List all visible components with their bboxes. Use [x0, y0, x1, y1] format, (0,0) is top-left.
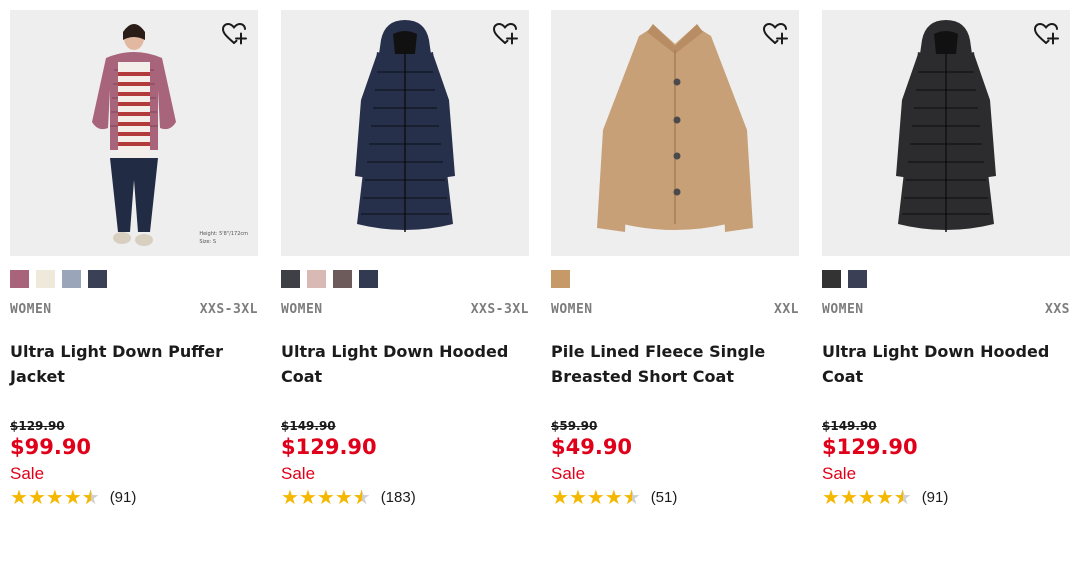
- product-card[interactable]: WOMEN XXL Pile Lined Fleece Single Breas…: [551, 10, 799, 509]
- sale-label: Sale: [551, 464, 586, 483]
- model-size-note-line: Size: S: [199, 239, 217, 245]
- star-icon: ★: [551, 485, 569, 509]
- product-size-range: XXS-3XL: [470, 302, 529, 317]
- original-price: $129.90: [10, 419, 65, 433]
- product-category: WOMEN: [281, 302, 323, 317]
- star-icon: ★: [822, 485, 840, 509]
- sale-label: Sale: [10, 464, 45, 483]
- sale-price: $49.90: [551, 435, 633, 459]
- product-meta: WOMEN XXS-3XL: [281, 302, 529, 317]
- product-category: WOMEN: [10, 302, 52, 317]
- product-size-range: XXS: [1045, 302, 1070, 317]
- product-image[interactable]: [281, 10, 529, 256]
- star-icon: ★: [82, 485, 100, 509]
- color-swatches: [10, 270, 258, 288]
- sale-label: Sale: [281, 464, 316, 483]
- star-icon: ★: [334, 485, 353, 509]
- product-image[interactable]: Height: 5'8"/172cm Size: S: [10, 10, 258, 256]
- sale-price: $99.90: [10, 435, 92, 459]
- color-swatch[interactable]: [10, 270, 29, 288]
- original-price: $149.90: [822, 419, 877, 433]
- original-price: $59.90: [551, 419, 598, 433]
- product-category: WOMEN: [822, 302, 864, 317]
- star-icon: ★: [586, 485, 605, 509]
- product-meta: WOMEN XXS: [822, 302, 1070, 317]
- rating-stars: ★★★★★: [281, 485, 371, 509]
- product-rating: ★★★★★ (183): [281, 485, 529, 509]
- color-swatch[interactable]: [62, 270, 81, 288]
- star-icon: ★: [623, 485, 641, 509]
- star-icon: ★: [568, 485, 587, 509]
- product-category: WOMEN: [551, 302, 593, 317]
- star-icon: ★: [839, 485, 858, 509]
- product-name[interactable]: Pile Lined Fleece Single Breasted Short …: [551, 339, 799, 415]
- star-icon: ★: [604, 485, 623, 509]
- product-card[interactable]: Height: 5'8"/172cm Size: S WOMEN XXS-3XL …: [10, 10, 258, 509]
- star-icon: ★: [857, 485, 876, 509]
- product-image[interactable]: [551, 10, 799, 256]
- heart-plus-icon[interactable]: [220, 20, 248, 48]
- heart-plus-icon[interactable]: [1032, 20, 1060, 48]
- star-icon: ★: [353, 485, 371, 509]
- star-icon: ★: [875, 485, 894, 509]
- review-count: (91): [921, 488, 949, 506]
- color-swatches: [551, 270, 799, 288]
- rating-stars: ★★★★★: [551, 485, 641, 509]
- color-swatches: [822, 270, 1070, 288]
- product-meta: WOMEN XXS-3XL: [10, 302, 258, 317]
- color-swatch[interactable]: [36, 270, 55, 288]
- star-icon: ★: [894, 485, 912, 509]
- product-card[interactable]: WOMEN XXS Ultra Light Down Hooded Coat $…: [822, 10, 1070, 509]
- product-rating: ★★★★★ (91): [822, 485, 1070, 509]
- model-size-note: Height: 5'8"/172cm Size: S: [199, 230, 248, 246]
- product-card[interactable]: WOMEN XXS-3XL Ultra Light Down Hooded Co…: [281, 10, 529, 509]
- color-swatch[interactable]: [359, 270, 378, 288]
- product-rating: ★★★★★ (91): [10, 485, 258, 509]
- product-grid: Height: 5'8"/172cm Size: S WOMEN XXS-3XL …: [0, 0, 1080, 570]
- color-swatch[interactable]: [281, 270, 300, 288]
- color-swatch[interactable]: [333, 270, 352, 288]
- product-meta: WOMEN XXL: [551, 302, 799, 317]
- sale-price: $129.90: [281, 435, 377, 459]
- review-count: (91): [109, 488, 137, 506]
- star-icon: ★: [45, 485, 64, 509]
- review-count: (51): [650, 488, 678, 506]
- sale-label: Sale: [822, 464, 857, 483]
- review-count: (183): [380, 488, 416, 506]
- product-size-range: XXL: [774, 302, 799, 317]
- heart-plus-icon[interactable]: [491, 20, 519, 48]
- original-price: $149.90: [281, 419, 336, 433]
- product-size-range: XXS-3XL: [199, 302, 258, 317]
- color-swatches: [281, 270, 529, 288]
- product-name[interactable]: Ultra Light Down Hooded Coat: [822, 339, 1070, 415]
- product-image[interactable]: [822, 10, 1070, 256]
- star-icon: ★: [281, 485, 299, 509]
- product-name[interactable]: Ultra Light Down Puffer Jacket: [10, 339, 258, 415]
- rating-stars: ★★★★★: [822, 485, 912, 509]
- star-icon: ★: [316, 485, 335, 509]
- color-swatch[interactable]: [848, 270, 867, 288]
- color-swatch[interactable]: [551, 270, 570, 288]
- sale-price: $129.90: [822, 435, 918, 459]
- heart-plus-icon[interactable]: [761, 20, 789, 48]
- star-icon: ★: [298, 485, 317, 509]
- color-swatch[interactable]: [88, 270, 107, 288]
- rating-stars: ★★★★★: [10, 485, 100, 509]
- product-rating: ★★★★★ (51): [551, 485, 799, 509]
- star-icon: ★: [63, 485, 82, 509]
- color-swatch[interactable]: [307, 270, 326, 288]
- model-size-note-line: Height: 5'8"/172cm: [199, 231, 248, 237]
- star-icon: ★: [10, 485, 28, 509]
- star-icon: ★: [27, 485, 46, 509]
- color-swatch[interactable]: [822, 270, 841, 288]
- product-name[interactable]: Ultra Light Down Hooded Coat: [281, 339, 529, 415]
